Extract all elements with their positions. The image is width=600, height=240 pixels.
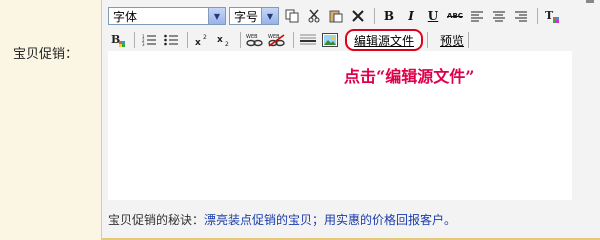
svg-text:T: T <box>545 9 554 22</box>
italic-icon[interactable]: I <box>401 6 421 26</box>
instruction-annotation: 点击“编辑源文件” <box>344 67 475 86</box>
toolbar-row-2: B 123 x2 x2 WEB WEB 编辑源文件 预览 <box>108 29 473 51</box>
toolbar-separator <box>134 32 135 48</box>
font-select-value: 字体 <box>113 9 138 24</box>
toolbar-separator <box>187 32 188 48</box>
corner-mark <box>586 0 594 3</box>
editor-area[interactable] <box>108 51 572 200</box>
toolbar-separator <box>293 32 294 48</box>
cut-icon[interactable] <box>304 6 324 26</box>
size-select-value: 字号 <box>234 9 259 24</box>
unlink-icon[interactable]: WEB <box>267 30 287 50</box>
svg-text:B: B <box>111 33 120 46</box>
tip-text: 漂亮装点促销的宝贝；用实惠的价格回报客户。 <box>204 213 457 227</box>
tip-prefix: 宝贝促销的秘诀： <box>108 213 205 227</box>
svg-text:3: 3 <box>142 42 145 46</box>
chevron-down-icon[interactable]: ▼ <box>261 8 278 24</box>
align-center-icon[interactable] <box>489 6 509 26</box>
preview-button[interactable]: 预览 <box>440 32 464 49</box>
chevron-down-icon[interactable]: ▼ <box>208 8 225 24</box>
image-icon[interactable] <box>320 30 340 50</box>
paste-icon[interactable] <box>326 6 346 26</box>
size-select[interactable]: 字号 ▼ <box>229 7 279 25</box>
toolbar-row-1: 字体 ▼ 字号 ▼ B I U ABC T <box>108 5 564 27</box>
toolbar-separator <box>374 8 375 24</box>
align-right-icon[interactable] <box>511 6 531 26</box>
toolbar-separator <box>468 32 470 48</box>
svg-text:WEB: WEB <box>246 34 258 40</box>
subscript-icon[interactable]: x2 <box>214 30 234 50</box>
bold-icon[interactable]: B <box>379 6 399 26</box>
underline-icon[interactable]: U <box>423 6 443 26</box>
unordered-list-icon[interactable] <box>161 30 181 50</box>
promotion-tip: 宝贝促销的秘诀：漂亮装点促销的宝贝；用实惠的价格回报客户。 <box>108 211 456 228</box>
ordered-list-icon[interactable]: 123 <box>139 30 159 50</box>
promotion-label: 宝贝促销： <box>13 47 79 62</box>
toolbar-separator <box>427 32 429 48</box>
svg-text:x: x <box>217 35 223 45</box>
toolbar-separator <box>537 8 538 24</box>
link-icon[interactable]: WEB <box>245 30 265 50</box>
svg-text:2: 2 <box>225 41 229 46</box>
superscript-icon[interactable]: x2 <box>192 30 212 50</box>
strikethrough-icon[interactable]: ABC <box>445 6 465 26</box>
label-column: 宝贝促销： <box>0 0 102 240</box>
toolbar-separator <box>240 32 241 48</box>
font-select[interactable]: 字体 ▼ <box>108 7 226 25</box>
text-color-icon[interactable]: T <box>542 6 562 26</box>
delete-icon[interactable] <box>348 6 368 26</box>
copy-icon[interactable] <box>282 6 302 26</box>
align-left-icon[interactable] <box>467 6 487 26</box>
svg-text:2: 2 <box>203 34 207 41</box>
svg-text:x: x <box>195 38 201 46</box>
horizontal-rule-icon[interactable] <box>298 30 318 50</box>
edit-source-button[interactable]: 编辑源文件 <box>345 29 424 51</box>
background-color-icon[interactable]: B <box>108 30 128 50</box>
edit-source-label: 编辑源文件 <box>354 33 415 48</box>
